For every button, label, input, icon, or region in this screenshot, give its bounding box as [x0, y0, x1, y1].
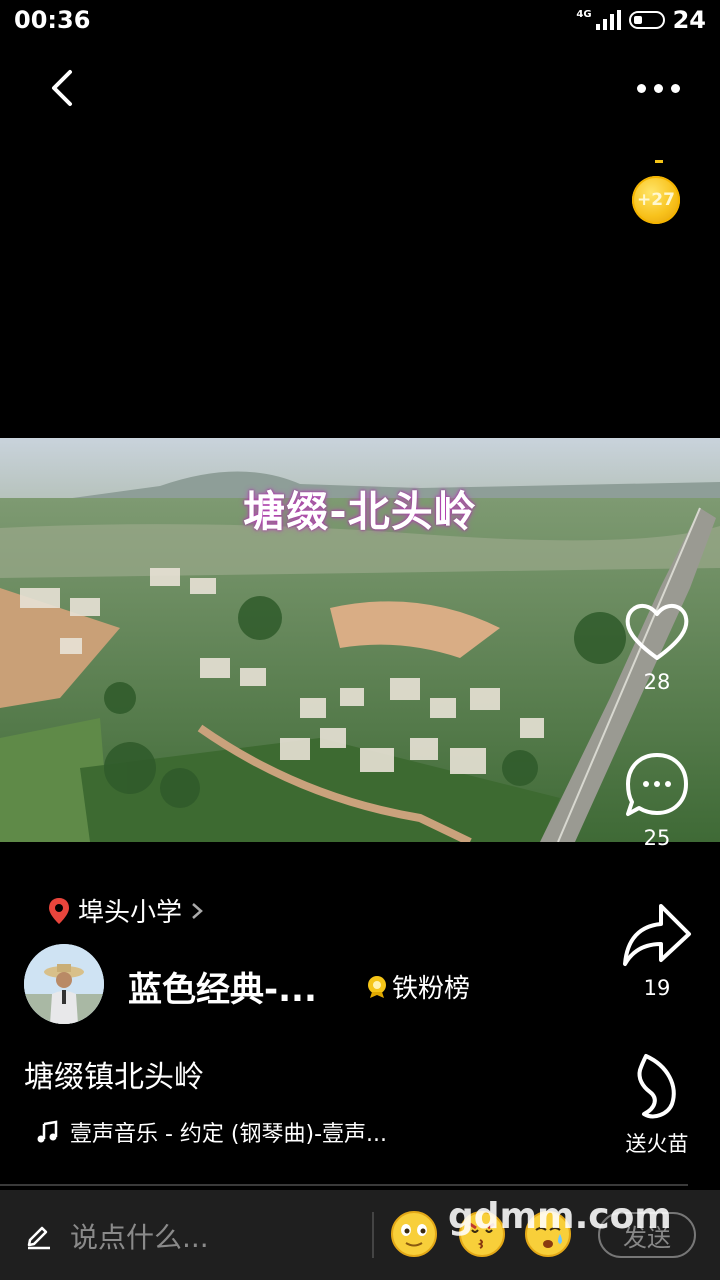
author-avatar[interactable]: [24, 944, 104, 1024]
share-button[interactable]: 19: [612, 900, 702, 1000]
chevron-right-icon: [192, 902, 203, 919]
send-flame-label: 送火苗: [625, 1132, 689, 1156]
send-flame-button[interactable]: 送火苗: [612, 1052, 702, 1158]
comment-placeholder: 说点什么...: [70, 1221, 209, 1254]
dot-icon: [670, 83, 680, 93]
smile-emoji-icon[interactable]: [390, 1210, 438, 1258]
location-tag[interactable]: 埠头小学: [48, 892, 204, 929]
battery-level: 24: [672, 6, 706, 34]
author-name[interactable]: 蓝色经典-...: [128, 962, 317, 1011]
comment-bubble-icon: [626, 753, 688, 816]
coin-progress-dash: [655, 160, 663, 163]
chevron-left-icon: [52, 70, 72, 106]
like-button[interactable]: 28: [612, 598, 702, 694]
share-count: 19: [643, 976, 671, 1000]
signal-icon: [595, 10, 621, 30]
status-indicators: 4G 24: [576, 6, 706, 34]
status-time: 00:36: [14, 6, 91, 34]
comment-input[interactable]: 说点什么...: [24, 1216, 209, 1256]
dot-icon: [653, 83, 663, 93]
avatar-image: [24, 944, 104, 1024]
pencil-icon: [27, 1226, 50, 1250]
music-track[interactable]: 壹声音乐 - 约定 (钢琴曲)-壹声...: [36, 1116, 387, 1148]
bar-divider: [372, 1212, 374, 1258]
video-title-overlay: 塘缀-北头岭: [243, 487, 477, 536]
post-caption: 塘缀镇北头岭: [24, 1060, 204, 1095]
heart-icon: [625, 603, 689, 660]
like-count: 28: [643, 670, 671, 694]
fan-rank-link[interactable]: 铁粉榜: [366, 968, 470, 1005]
coin-reward-label: +27: [637, 190, 675, 210]
coin-reward-button[interactable]: +27: [632, 176, 680, 224]
network-type: 4G: [576, 8, 592, 20]
battery-icon: [628, 11, 665, 29]
more-options-button[interactable]: [628, 70, 688, 106]
divider: [0, 1184, 688, 1186]
flame-icon: [637, 1054, 676, 1119]
comment-button[interactable]: 25: [612, 750, 702, 850]
watermark-logo: gdmm.com: [448, 1196, 672, 1237]
status-bar: 00:36 4G 24: [0, 0, 720, 40]
music-title: 壹声音乐 - 约定 (钢琴曲)-壹声...: [70, 1122, 388, 1147]
back-button[interactable]: [40, 64, 88, 112]
share-arrow-icon: [623, 904, 691, 966]
location-name: 埠头小学: [78, 898, 183, 928]
dot-icon: [636, 83, 646, 93]
medal-icon: [368, 975, 386, 998]
comment-count: 25: [643, 826, 671, 850]
location-pin-icon: [49, 897, 69, 924]
music-note-icon: [37, 1120, 58, 1143]
fan-rank-label: 铁粉榜: [392, 974, 471, 1004]
